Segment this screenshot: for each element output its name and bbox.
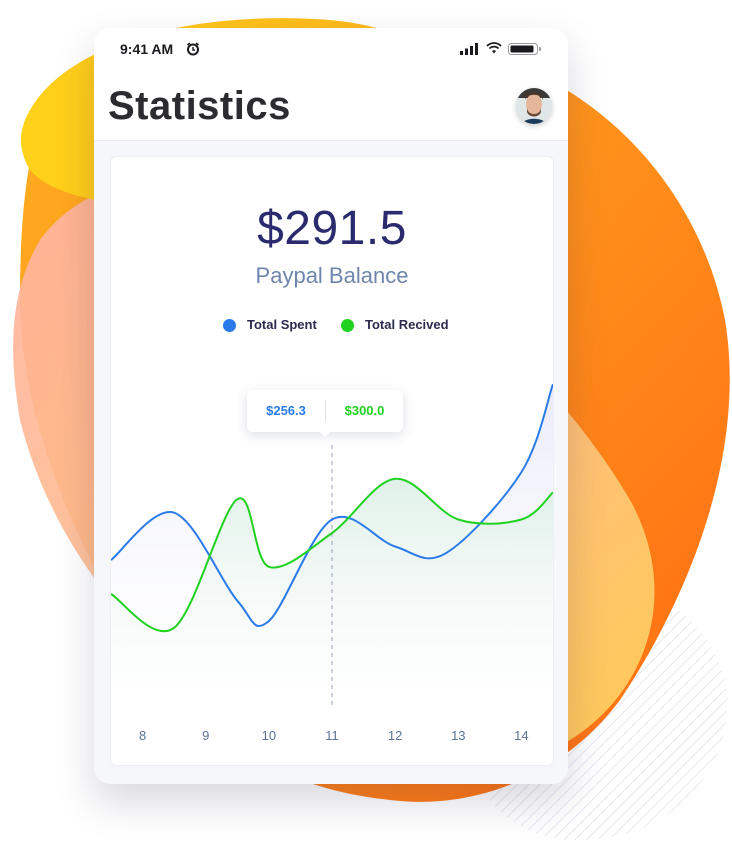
- battery-icon: [508, 43, 541, 55]
- x-tick-label: 8: [139, 728, 146, 743]
- status-bar: 9:41 AM: [94, 28, 568, 72]
- page-title: Statistics: [108, 84, 291, 128]
- phone-frame: 9:41 AM Statistics $291.5 Paypal Balance…: [94, 28, 568, 784]
- status-time: 9:41 AM: [120, 41, 174, 57]
- x-tick-label: 13: [451, 728, 465, 743]
- user-avatar-icon: [516, 88, 552, 124]
- tooltip-received-value: $300.0: [344, 403, 385, 418]
- x-tick-label: 11: [325, 728, 339, 743]
- balance-amount: $291.5: [257, 202, 407, 255]
- tooltip-spent-value: $256.3: [266, 403, 306, 418]
- legend-dot-blue: [223, 319, 236, 332]
- chart-tooltip: $256.3 $300.0: [247, 390, 403, 437]
- balance-label: Paypal Balance: [255, 263, 409, 288]
- alarm-icon: [187, 42, 199, 56]
- wifi-icon: [486, 42, 502, 54]
- legend-label: Total Spent: [247, 317, 317, 332]
- statistics-card: $291.5 Paypal Balance Total Spent Total …: [110, 156, 554, 766]
- tooltip-caret: [320, 432, 330, 437]
- x-tick-label: 9: [202, 728, 209, 743]
- signal-icon: [460, 43, 478, 55]
- x-tick-label: 10: [262, 728, 276, 743]
- app-header: Statistics: [94, 72, 568, 141]
- legend-label: Total Recived: [365, 317, 449, 332]
- legend-dot-green: [341, 319, 354, 332]
- x-tick-label: 14: [514, 728, 528, 743]
- x-tick-label: 12: [388, 728, 402, 743]
- avatar[interactable]: [516, 88, 552, 124]
